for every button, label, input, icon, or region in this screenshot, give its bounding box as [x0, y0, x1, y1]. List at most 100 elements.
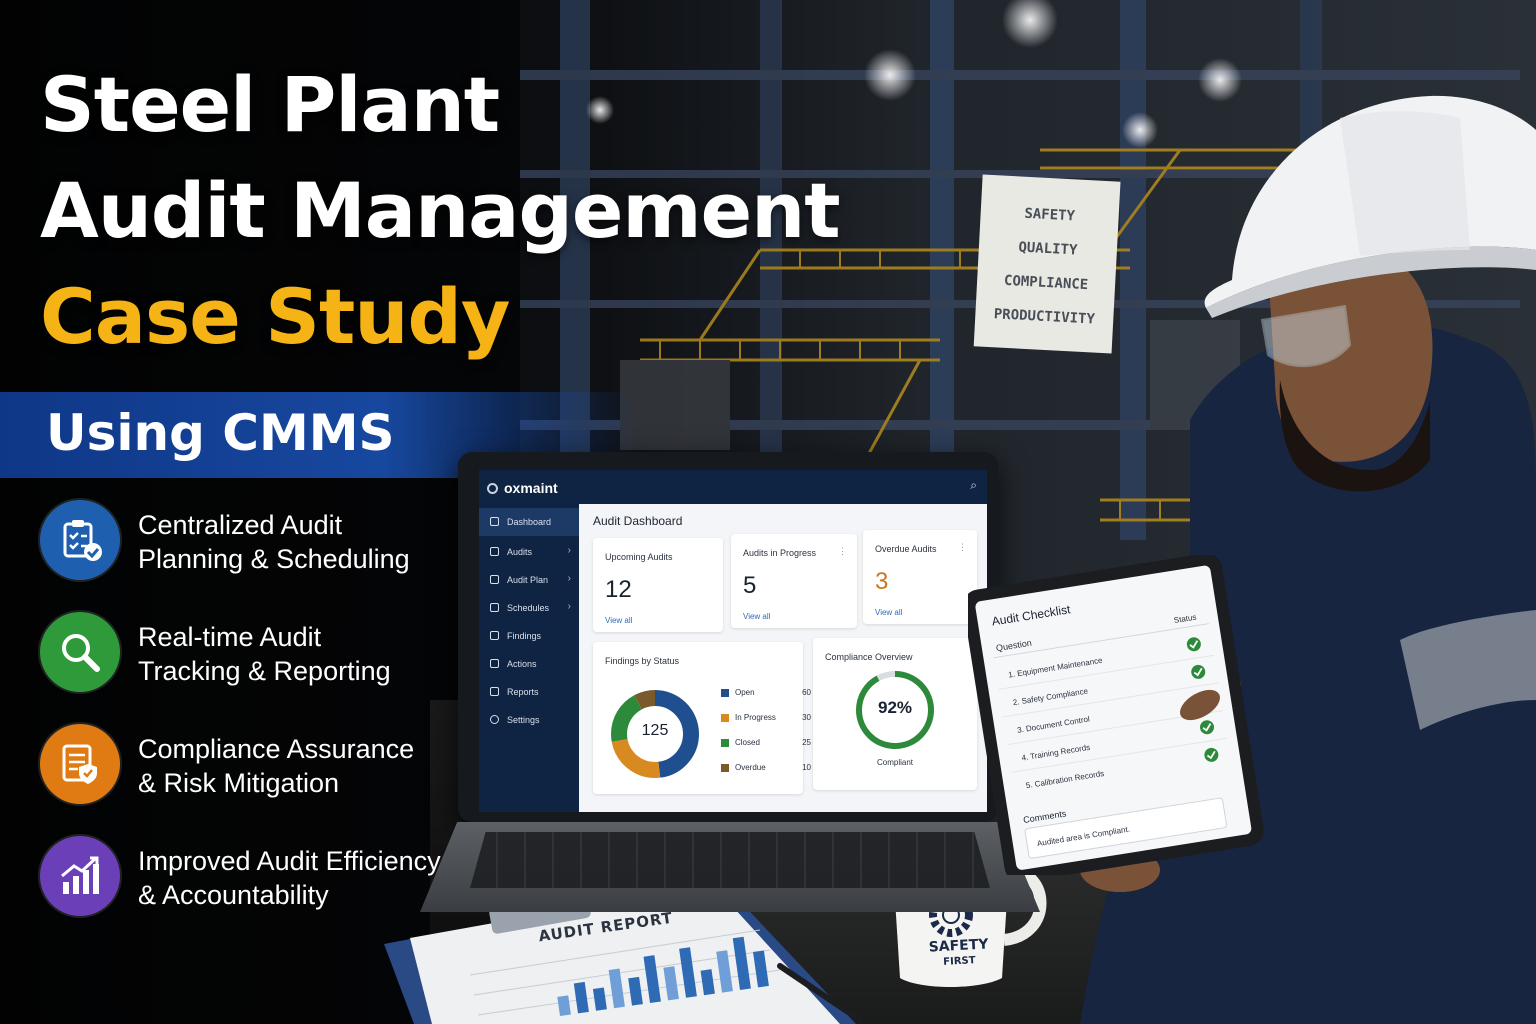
reports-icon — [490, 687, 499, 696]
audits-icon — [490, 547, 499, 556]
legend-label: Closed — [735, 738, 760, 747]
sidebar-item-label: Reports — [507, 687, 539, 697]
view-all-link[interactable]: View all — [605, 616, 632, 625]
compliance-value: 92% — [877, 698, 913, 717]
feature-line-2: Tracking & Reporting — [138, 656, 391, 686]
feature-line-1: Real-time Audit — [138, 622, 322, 652]
legend-label: In Progress — [735, 713, 776, 722]
headline: Steel Plant Audit Management Case Study — [40, 52, 900, 370]
growth-chart-icon — [40, 836, 120, 916]
page-title: Audit Dashboard — [593, 514, 683, 528]
card-value: 3 — [875, 568, 889, 595]
mug-line-1: SAFETY — [928, 936, 989, 956]
legend-swatch — [721, 689, 729, 697]
legend-swatch — [721, 714, 729, 722]
findings-total: 125 — [641, 722, 669, 739]
clipboard-check-icon — [40, 500, 120, 580]
feature-item: Centralized Audit Planning & Scheduling — [40, 500, 480, 580]
card-title: Findings by Status — [605, 656, 680, 666]
legend-item: In Progress 30 — [721, 711, 811, 725]
feature-item: Improved Audit Efficiency & Accountabilit… — [40, 836, 480, 916]
app-brand[interactable]: oxmaint — [487, 480, 558, 496]
sidebar-item-schedules[interactable]: Schedules › — [479, 594, 579, 622]
dashboard-main: Audit Dashboard Upcoming Audits 12 View … — [579, 504, 987, 812]
stat-card-in-progress[interactable]: Audits in Progress ⋮ 5 View all — [731, 534, 857, 628]
sidebar-item-label: Audits — [507, 547, 533, 557]
card-value: 5 — [743, 572, 757, 599]
sidebar: Dashboard Audits › Audit Plan › Schedules ›… — [479, 504, 579, 812]
chevron-right-icon: › — [567, 601, 571, 612]
feature-line-1: Compliance Assurance — [138, 734, 415, 764]
headline-line-2: Audit Management — [40, 166, 841, 255]
sidebar-item-reports[interactable]: Reports — [479, 678, 579, 706]
actions-icon — [490, 659, 499, 668]
subtitle-text: Using CMMS — [46, 404, 395, 462]
card-title: Audits in Progress — [743, 548, 817, 558]
legend-value: 10 — [802, 763, 811, 772]
feature-item: Compliance Assurance & Risk Mitigation — [40, 724, 480, 804]
sidebar-item-label: Findings — [507, 631, 542, 641]
dashboard-icon — [490, 517, 499, 526]
findings-card: Findings by Status 125 Open 60 In Progress… — [593, 642, 811, 794]
calendar-icon — [490, 603, 499, 612]
sign-text: SAFETY QUALITY COMPLIANCE PRODUCTIVITY — [979, 195, 1116, 338]
magnifier-icon — [40, 612, 120, 692]
sidebar-item-actions[interactable]: Actions — [479, 650, 579, 678]
legend-item: Closed 25 — [721, 736, 811, 750]
headline-line-3: Case Study — [40, 272, 510, 361]
sidebar-item-label: Settings — [507, 715, 540, 725]
chevron-right-icon: › — [567, 573, 571, 584]
feature-line-1: Centralized Audit — [138, 510, 343, 540]
legend-value: 30 — [802, 713, 811, 722]
findings-icon — [490, 631, 499, 640]
card-title: Compliance Overview — [825, 652, 913, 662]
legend-item: Open 60 — [721, 686, 811, 700]
sidebar-item-audits[interactable]: Audits › — [479, 538, 579, 566]
search-icon[interactable]: ⌕ — [970, 478, 977, 493]
more-icon[interactable]: ⋮ — [838, 546, 847, 557]
plan-icon — [490, 575, 499, 584]
legend-value: 25 — [802, 738, 811, 747]
view-all-link[interactable]: View all — [743, 612, 770, 621]
brand-logo-icon — [487, 483, 498, 494]
sidebar-item-dashboard[interactable]: Dashboard — [479, 508, 579, 536]
sidebar-item-settings[interactable]: Settings — [479, 706, 579, 734]
card-value: 12 — [605, 576, 632, 603]
feature-line-1: Improved Audit Efficiency — [138, 846, 441, 876]
laptop-screen: oxmaint ⌕ Dashboard Audits › Audit Plan › … — [479, 470, 987, 812]
stat-card-overdue[interactable]: Overdue Audits ⋮ 3 View all — [863, 530, 977, 624]
legend-swatch — [721, 739, 729, 747]
sign-line: PRODUCTIVITY — [993, 306, 1096, 328]
feature-line-2: Planning & Scheduling — [138, 544, 410, 574]
laptop-keyboard — [470, 832, 990, 888]
shield-document-icon — [40, 724, 120, 804]
sidebar-item-label: Audit Plan — [507, 575, 549, 585]
sidebar-item-label: Dashboard — [507, 517, 552, 527]
card-title: Overdue Audits — [875, 544, 937, 554]
card-title: Upcoming Audits — [605, 552, 673, 562]
sidebar-item-audit-plan[interactable]: Audit Plan › — [479, 566, 579, 594]
feature-line-2: & Accountability — [138, 880, 329, 910]
legend-label: Open — [735, 688, 755, 697]
legend-swatch — [721, 764, 729, 772]
stat-card-upcoming[interactable]: Upcoming Audits 12 View all — [593, 538, 723, 632]
feature-item: Real-time Audit Tracking & Reporting — [40, 612, 480, 692]
chevron-right-icon: › — [567, 545, 571, 556]
legend-label: Overdue — [735, 763, 766, 772]
brand-name: oxmaint — [504, 480, 558, 496]
compliance-card: Compliance Overview 92% Compliant — [813, 638, 977, 790]
legend-item: Overdue 10 — [721, 761, 811, 775]
headline-line-1: Steel Plant — [40, 60, 500, 149]
sidebar-item-findings[interactable]: Findings — [479, 622, 579, 650]
sidebar-item-label: Actions — [507, 659, 537, 669]
sidebar-item-label: Schedules — [507, 603, 550, 613]
more-icon[interactable]: ⋮ — [958, 542, 967, 553]
legend-value: 60 — [802, 688, 811, 697]
compliance-label: Compliant — [876, 758, 913, 767]
feature-line-2: & Risk Mitigation — [138, 768, 340, 798]
gear-icon — [490, 715, 499, 724]
view-all-link[interactable]: View all — [875, 608, 902, 617]
mug-print: SAFETY FIRST — [913, 936, 1005, 973]
app-header: oxmaint ⌕ — [479, 470, 987, 504]
tablet: Audit Checklist Question Status 1. Equip… — [968, 555, 1264, 875]
